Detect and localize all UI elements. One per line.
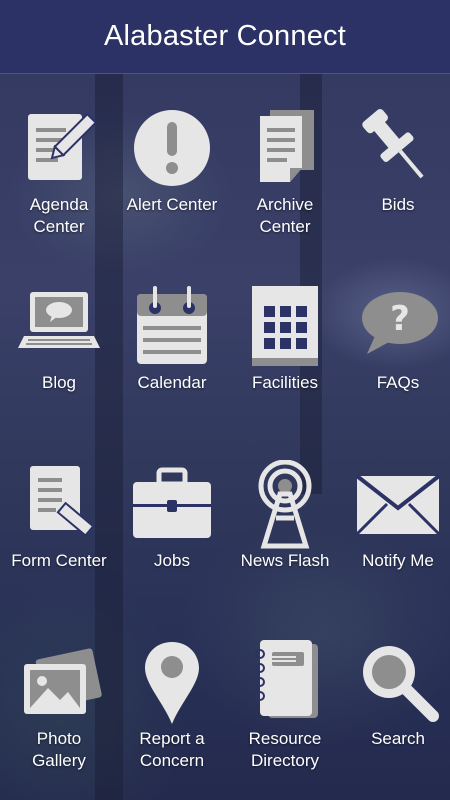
laptop-icon [18,292,100,348]
tile-label: Concern [139,751,205,770]
app-grid: Agenda Center Alert Center Archive Cente… [0,74,450,800]
tile-label: News Flash [240,551,330,570]
photo-icon [24,648,102,714]
tile-resource-directory[interactable]: Resource Directory [229,638,341,772]
tile-report-a-concern[interactable]: Report a Concern [116,638,228,772]
tile-label: FAQs [376,373,420,392]
tile-label: Jobs [154,551,190,570]
tile-label: Calendar [137,373,207,392]
tile-label: Agenda [29,195,89,214]
tile-blog[interactable]: Blog [3,282,115,394]
svg-text:?: ? [390,299,410,339]
agenda-icon [28,112,98,180]
alert-icon [134,110,210,186]
tile-notify-me[interactable]: Notify Me [342,460,450,572]
tile-label: Bids [381,195,415,214]
tile-label: Center [259,217,311,236]
tile-jobs[interactable]: Jobs [116,460,228,572]
app-header: Alabaster Connect [0,0,450,74]
tile-bids[interactable]: Bids [342,104,450,216]
map-pin-icon [145,642,199,724]
tile-agenda-center[interactable]: Agenda Center [3,104,115,238]
broadcast-tower-icon [258,460,312,549]
tile-label: Form Center [11,551,107,570]
tile-label: Directory [250,751,319,770]
app-title: Alabaster Connect [104,20,346,52]
archive-icon [260,110,314,182]
pushpin-icon [362,109,424,179]
tile-label: Facilities [251,373,319,392]
tile-archive-center[interactable]: Archive Center [229,104,341,238]
building-icon [252,286,318,366]
tile-label: Alert Center [126,195,218,214]
question-bubble-icon: ? [362,292,438,354]
tile-label: Archive [256,195,314,214]
tile-label: Resource [248,729,322,748]
tile-label: Blog [41,373,77,392]
tile-label: Notify Me [362,551,434,570]
tile-label: Center [33,217,85,236]
envelope-icon [355,474,441,536]
calendar-icon [137,286,207,364]
tile-news-flash[interactable]: News Flash [229,460,341,572]
tile-form-center[interactable]: Form Center [3,460,115,572]
tile-alert-center[interactable]: Alert Center [116,104,228,216]
tile-label: Gallery [32,751,86,770]
notebook-icon [255,640,318,718]
tile-search[interactable]: Search [342,638,450,750]
tile-facilities[interactable]: Facilities [229,282,341,394]
tile-label: Report a [139,729,205,748]
tile-label: Photo [36,729,82,748]
tile-calendar[interactable]: Calendar [116,282,228,394]
form-icon [30,466,95,537]
tile-faqs[interactable]: ? FAQs [342,282,450,394]
magnifier-icon [363,646,439,722]
tile-label: Search [371,729,425,748]
briefcase-icon [133,467,211,538]
tile-photo-gallery[interactable]: Photo Gallery [3,638,115,772]
